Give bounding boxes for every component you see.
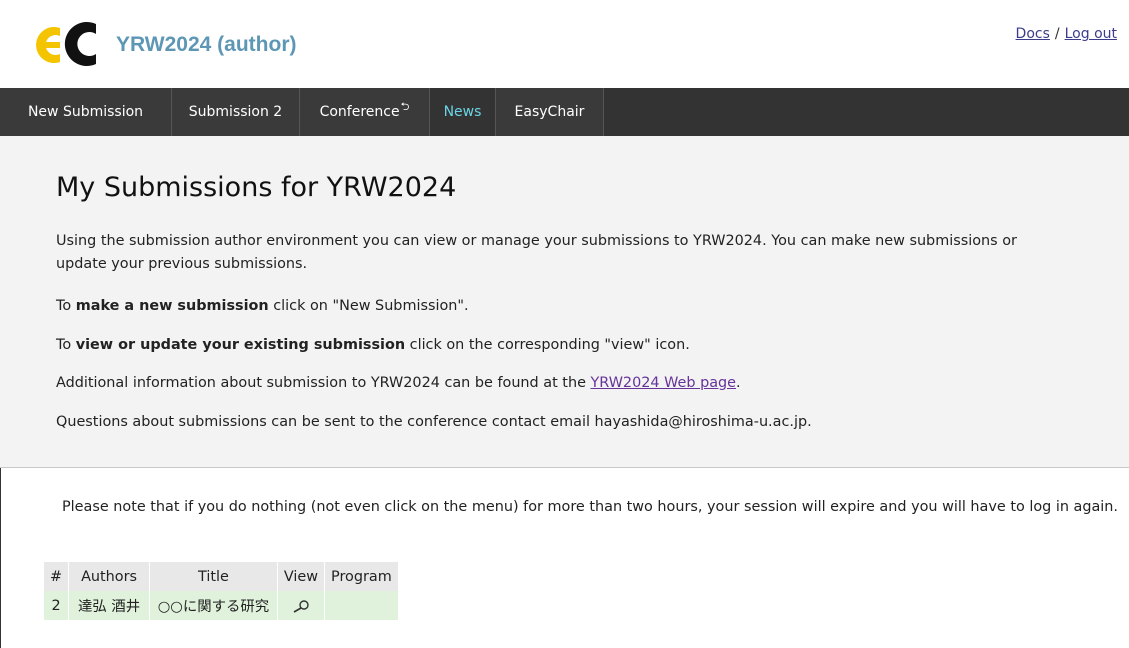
view-cell <box>277 591 326 620</box>
session-note: Please note that if you do nothing (not … <box>62 499 1119 515</box>
submissions-table: # Authors Title View Program 2 達弘 酒井 ○○に… <box>44 562 399 620</box>
table-header-row: # Authors Title View Program <box>44 562 399 591</box>
note-region: Please note that if you do nothing (not … <box>0 0 1129 648</box>
table-row: 2 達弘 酒井 ○○に関する研究 <box>44 591 399 620</box>
column-header-title: Title <box>149 562 278 591</box>
column-header-view: View <box>277 562 326 591</box>
submission-authors: 達弘 酒井 <box>68 591 151 620</box>
column-header-program: Program <box>324 562 399 591</box>
submission-title: ○○に関する研究 <box>149 591 278 620</box>
submission-number: 2 <box>44 591 70 620</box>
column-header-authors: Authors <box>68 562 151 591</box>
column-header-num: # <box>44 562 70 591</box>
magnifier-icon[interactable] <box>290 599 312 613</box>
submission-program <box>324 591 399 620</box>
